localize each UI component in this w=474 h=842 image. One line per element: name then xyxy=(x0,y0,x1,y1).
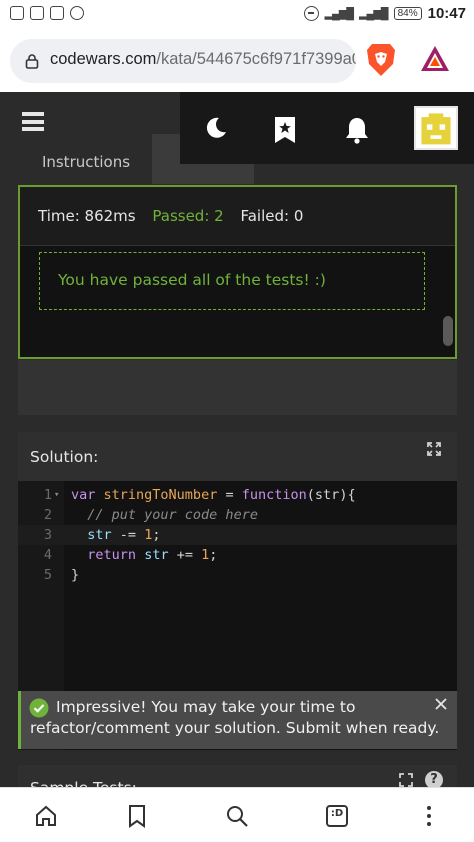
close-icon[interactable] xyxy=(435,698,447,710)
test-results: You have passed all of the tests! :) xyxy=(20,246,455,357)
bat-triangle-icon[interactable] xyxy=(420,44,450,74)
bookmark-icon[interactable] xyxy=(125,804,149,828)
tab-instructions[interactable]: Instructions xyxy=(20,134,152,184)
image-icon xyxy=(50,6,64,20)
bookmark-star-icon[interactable] xyxy=(274,116,296,144)
failed-count: Failed: 0 xyxy=(240,207,304,225)
codewars-app: Instructions Time: 862ms Passed: 2 Faile… xyxy=(0,92,474,787)
expand-icon[interactable] xyxy=(427,442,441,456)
code-line[interactable]: 1 ▾ var stringToNumber = function(str){ xyxy=(18,485,457,505)
battery-level: 84% xyxy=(393,7,422,20)
menu-icon[interactable] xyxy=(22,112,44,135)
chat-icon xyxy=(70,6,84,20)
url-path: /kata/544675c6f971f7399a0 xyxy=(156,50,356,68)
output-footer xyxy=(18,360,457,415)
line-number: 3 xyxy=(43,527,52,543)
check-circle-icon xyxy=(29,698,49,718)
fold-toggle-icon[interactable]: ▾ xyxy=(54,485,59,505)
sample-tests-panel: Sample Tests: ? xyxy=(18,765,457,787)
address-bar[interactable]: codewars.com/kata/544675c6f971f7399a0 xyxy=(10,39,356,83)
home-icon[interactable] xyxy=(34,804,58,828)
code-line[interactable]: 4 return str += 1; xyxy=(18,545,457,565)
sample-tests-title: Sample Tests: xyxy=(30,779,137,787)
line-number: 1 xyxy=(43,487,52,503)
moon-icon[interactable] xyxy=(204,116,228,140)
test-output-panel: Time: 862ms Passed: 2 Failed: 0 You have… xyxy=(18,185,457,359)
line-number: 4 xyxy=(43,547,52,563)
do-not-disturb-icon xyxy=(303,6,319,21)
url-text: codewars.com/kata/544675c6f971f7399a0 xyxy=(50,50,356,69)
top-actions-bar xyxy=(180,92,474,164)
solution-header: Solution: xyxy=(18,432,457,481)
signal-icon: ▂▄▆█ xyxy=(324,8,354,20)
clock: 10:47 xyxy=(427,5,466,22)
document-icon xyxy=(30,6,44,20)
tabs-icon[interactable]: :D xyxy=(325,804,349,828)
all-passed-message: You have passed all of the tests! :) xyxy=(39,252,425,310)
scrollbar-thumb[interactable] xyxy=(443,316,453,346)
solution-title: Solution: xyxy=(30,448,99,466)
browser-bottom-nav: :D xyxy=(0,787,474,842)
url-domain: codewars.com xyxy=(50,50,157,68)
message-icon xyxy=(10,6,24,20)
help-icon[interactable]: ? xyxy=(425,771,443,787)
lock-icon xyxy=(25,54,39,69)
code-line-active[interactable]: 3 str -= 1; xyxy=(18,525,457,545)
passed-count: Passed: 2 xyxy=(152,207,224,225)
avatar[interactable] xyxy=(414,106,458,150)
toast-message-line1: Impressive! You may take your time to xyxy=(56,698,356,716)
status-bar: ▂▄▆█ ▂▄▆█ 84% 10:47 xyxy=(0,0,474,30)
status-indicators: ▂▄▆█ ▂▄▆█ 84% 10:47 xyxy=(303,5,466,22)
line-number: 5 xyxy=(43,567,52,583)
toast-message-line2: refactor/comment your solution. Submit w… xyxy=(30,719,440,737)
success-toast: Impressive! You may take your time to re… xyxy=(18,691,457,749)
brave-lion-icon[interactable] xyxy=(366,42,396,78)
test-stats: Time: 862ms Passed: 2 Failed: 0 xyxy=(38,207,303,225)
code-line[interactable]: 5 } xyxy=(18,565,457,585)
line-number: 2 xyxy=(43,507,52,523)
expand-icon[interactable] xyxy=(399,773,413,787)
notification-icons xyxy=(10,6,84,20)
more-icon[interactable] xyxy=(417,804,441,828)
code-line[interactable]: 2 // put your code here xyxy=(18,505,457,525)
tab-count-badge: :D xyxy=(330,808,344,819)
bell-icon[interactable] xyxy=(344,116,370,144)
search-icon[interactable] xyxy=(225,804,249,828)
signal-icon-2: ▂▄▆█ xyxy=(359,8,388,20)
run-time: Time: 862ms xyxy=(38,207,136,225)
browser-toolbar: codewars.com/kata/544675c6f971f7399a0 xyxy=(0,30,474,92)
